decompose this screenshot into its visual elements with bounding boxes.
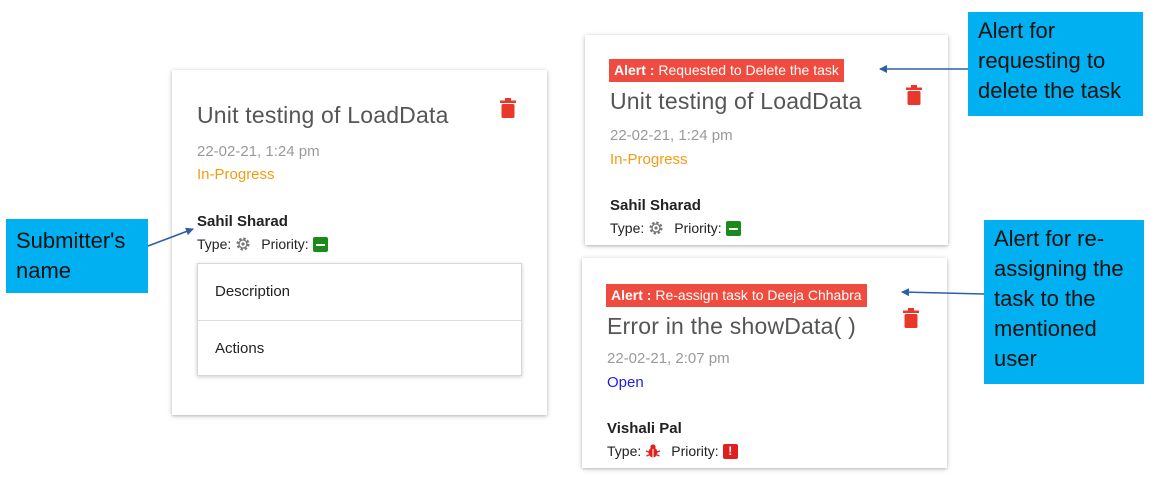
arrow-submitter <box>147 227 194 247</box>
annotation-arrows <box>147 65 985 297</box>
arrow-reassign <box>901 288 985 297</box>
